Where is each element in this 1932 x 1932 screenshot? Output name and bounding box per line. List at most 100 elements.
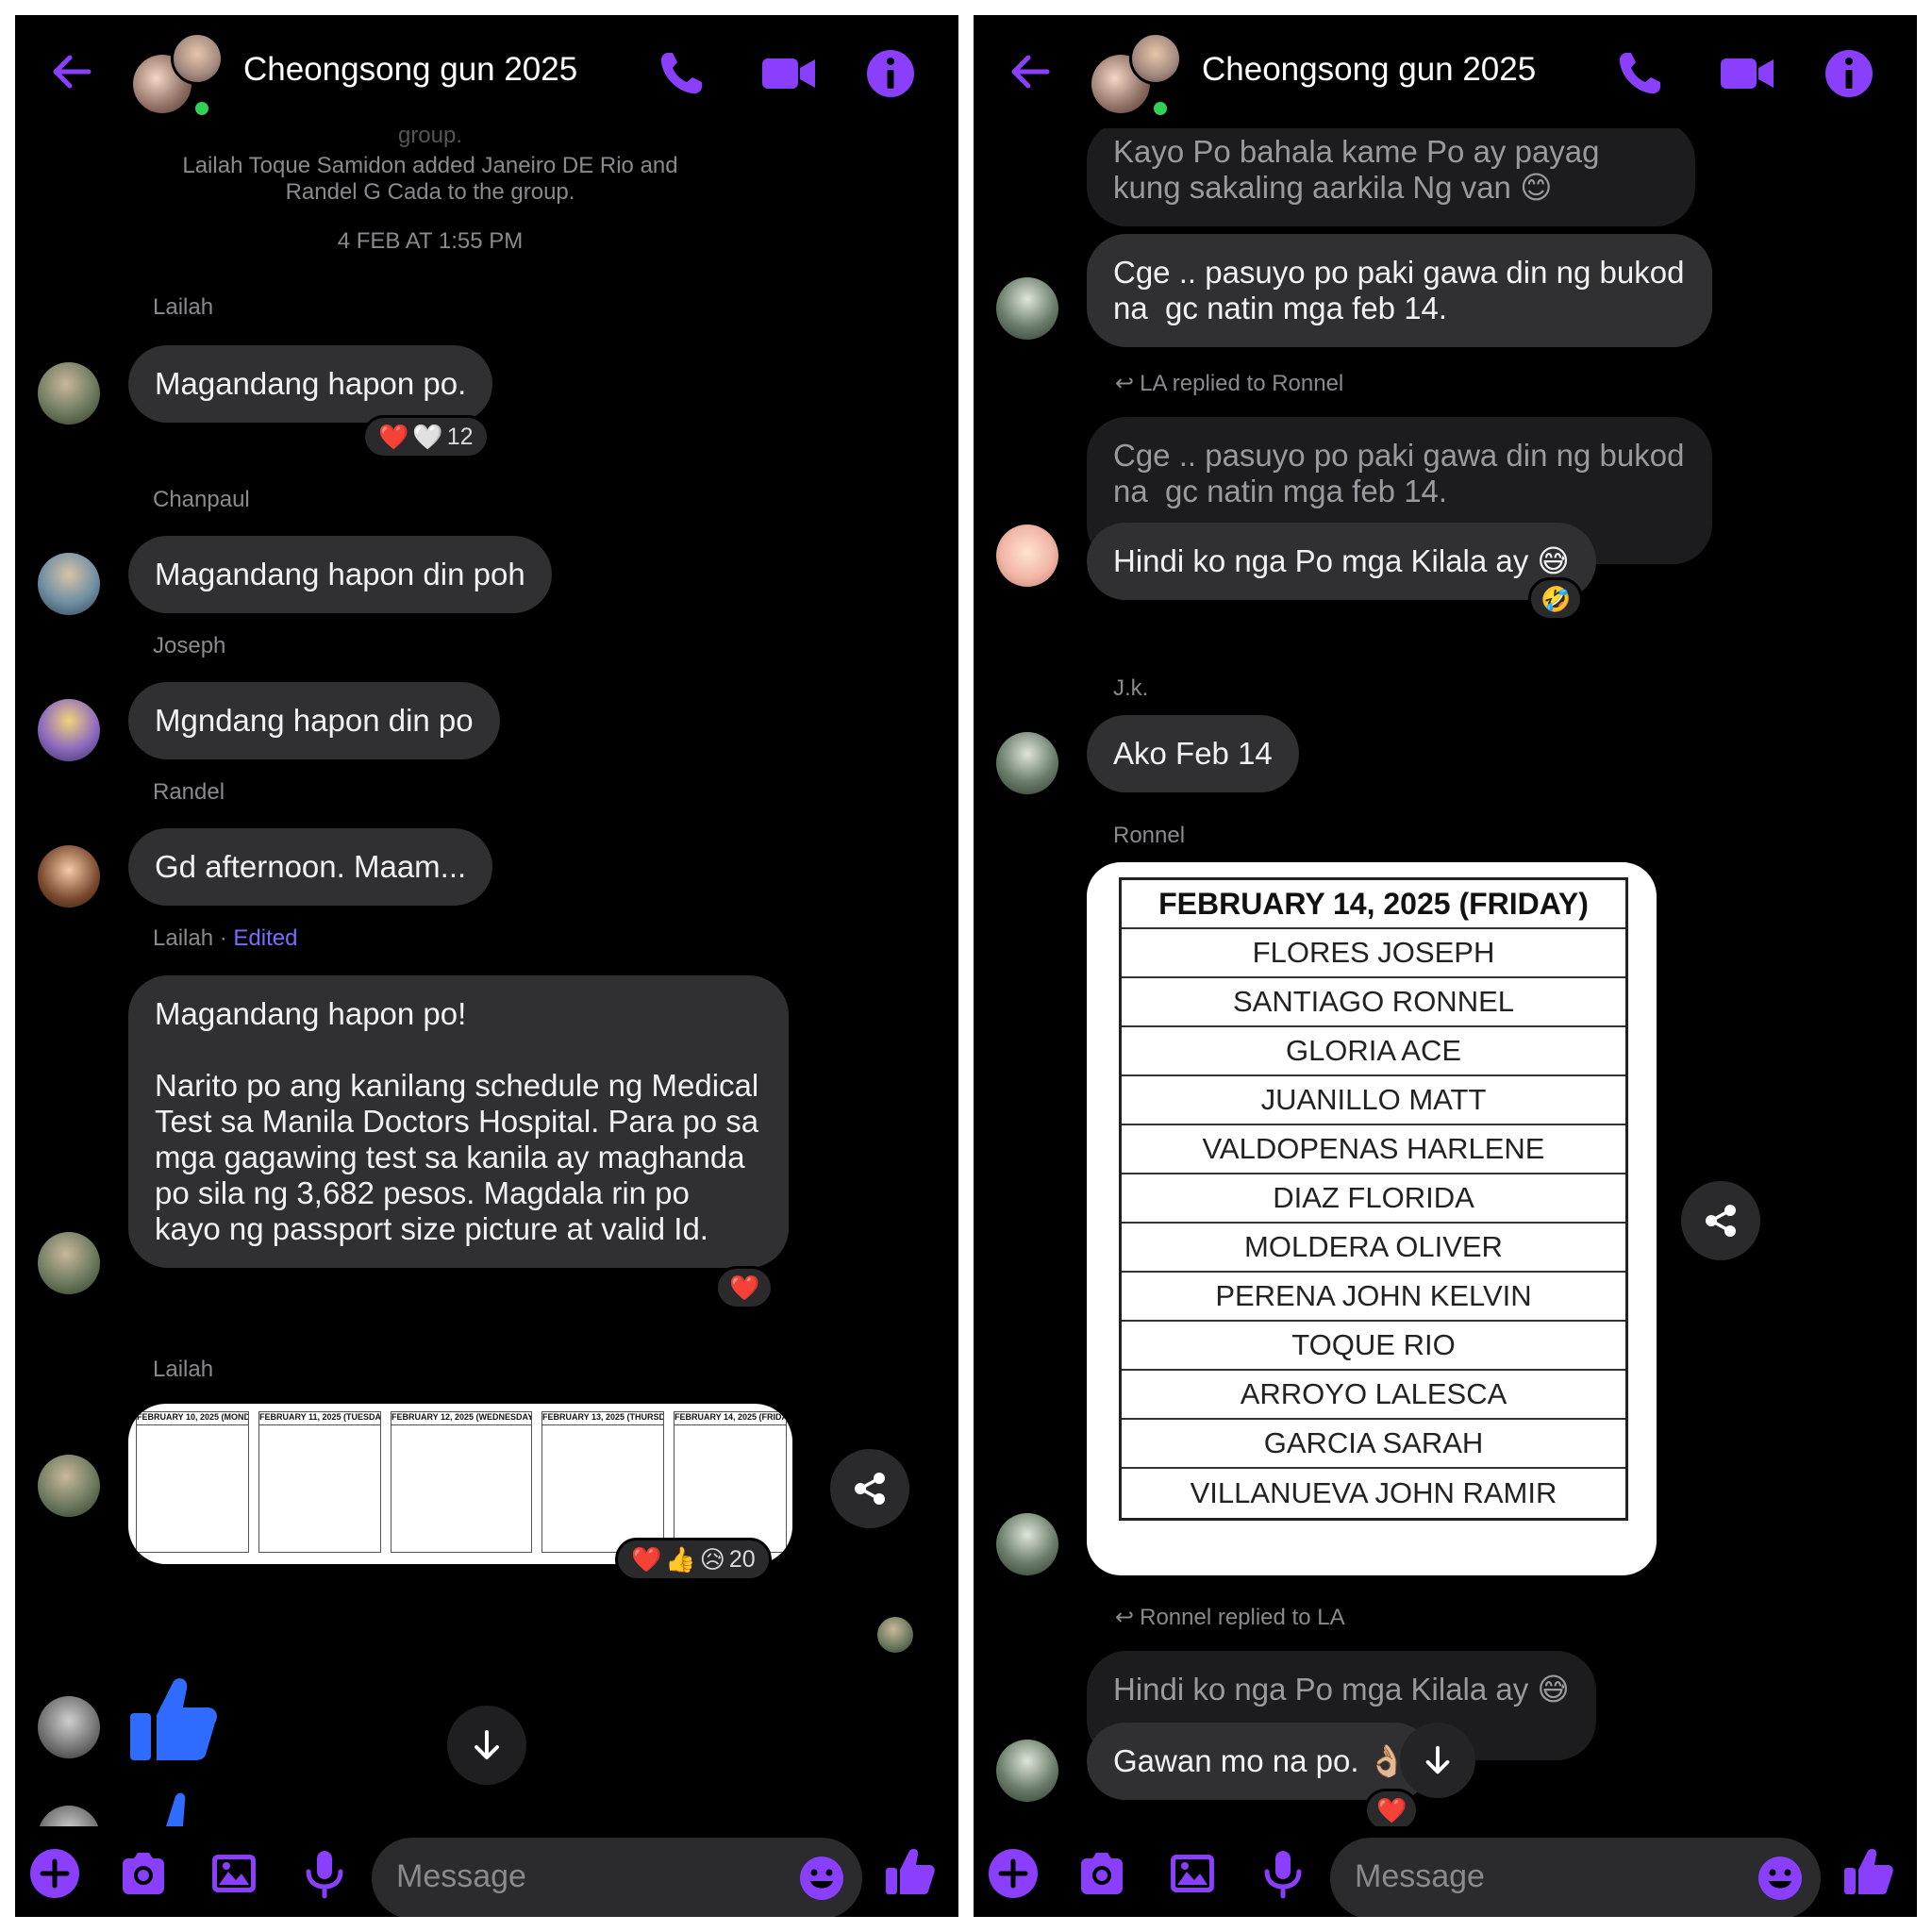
group-avatar[interactable]: [1091, 26, 1195, 121]
chat-title[interactable]: Cheongsong gun 2025: [243, 51, 577, 89]
schedule-row: FLORES JOSEPH: [1122, 929, 1625, 978]
reaction-bar[interactable]: ❤️: [715, 1266, 774, 1309]
share-icon: [855, 1473, 885, 1505]
add-icon[interactable]: [28, 1847, 81, 1900]
microphone-icon[interactable]: [1257, 1847, 1309, 1900]
reply-arrow-icon: ↩: [1115, 371, 1135, 396]
heart-reaction-icon: ❤️: [1376, 1795, 1407, 1824]
avatar[interactable]: [996, 525, 1058, 587]
camera-icon[interactable]: [1075, 1847, 1128, 1900]
message-bubble[interactable]: Magandang hapon po! Narito po ang kanila…: [128, 975, 789, 1268]
phone-call-icon[interactable]: [655, 47, 708, 100]
arrow-down-icon: [1425, 1745, 1450, 1774]
heart-reaction-icon: ❤️: [631, 1544, 662, 1574]
system-message-partial: group.: [397, 128, 463, 148]
schedule-image[interactable]: FEBRUARY 14, 2025 (FRIDAY) FLORES JOSEPH…: [1087, 862, 1657, 1575]
gallery-icon[interactable]: [208, 1847, 260, 1900]
info-icon[interactable]: [1823, 47, 1875, 100]
back-arrow-icon[interactable]: [1002, 43, 1058, 100]
gallery-icon[interactable]: [1166, 1847, 1219, 1900]
message-bubble[interactable]: Magandang hapon din poh: [128, 536, 552, 613]
scroll-down-button[interactable]: [1400, 1723, 1475, 1798]
emoji-icon[interactable]: [798, 1855, 845, 1902]
sender-name: Joseph: [153, 633, 226, 658]
reaction-count: 20: [728, 1545, 756, 1573]
avatar[interactable]: [996, 732, 1058, 794]
schedule-row: DIAZ FLORIDA: [1122, 1174, 1625, 1224]
message-list[interactable]: group. Lailah Toque Samidon added Janeir…: [15, 128, 958, 1826]
chat-header: Cheongsong gun 2025: [15, 15, 958, 128]
edited-label: Edited: [233, 925, 298, 951]
thumbs-up-reaction-icon: 👍: [665, 1544, 696, 1574]
schedule-row: GARCIA SARAH: [1122, 1420, 1625, 1469]
back-arrow-icon[interactable]: [43, 43, 100, 100]
phone-call-icon[interactable]: [1613, 47, 1666, 100]
heart-reaction-icon: ❤️: [378, 422, 409, 451]
share-button[interactable]: [1681, 1181, 1760, 1260]
info-icon[interactable]: [864, 47, 917, 100]
avatar[interactable]: [996, 1740, 1058, 1802]
message-bubble[interactable]: Gd afternoon. Maam...: [128, 828, 493, 906]
reply-label: ↩ Ronnel replied to LA: [1115, 1605, 1345, 1630]
avatar[interactable]: [996, 1513, 1058, 1575]
sender-name: Chanpaul: [153, 487, 250, 512]
schedule-header: FEBRUARY 14, 2025 (FRIDAY): [1122, 880, 1625, 929]
chat-title[interactable]: Cheongsong gun 2025: [1202, 51, 1536, 89]
system-message-added: Lailah Toque Samidon added Janeiro DE Ri…: [182, 153, 678, 205]
group-avatar[interactable]: [133, 26, 237, 121]
schedule-row: TOQUE RIO: [1122, 1322, 1625, 1371]
avatar: [38, 1806, 100, 1826]
quoted-message[interactable]: Kayo Po bahala kame Po ay payag kung sak…: [1087, 128, 1695, 226]
sender-name: J.k.: [1113, 675, 1149, 701]
like-icon[interactable]: [883, 1845, 936, 1898]
sender-name: Lailah · Edited: [153, 925, 298, 951]
reaction-bar[interactable]: 🤣: [1528, 577, 1584, 621]
schedule-row: JUANILLO MATT: [1122, 1076, 1625, 1125]
message-bubble[interactable]: Hindi ko nga Po mga Kilala ay 😅: [1087, 523, 1596, 600]
message-input[interactable]: Message: [372, 1838, 862, 1917]
message-bubble[interactable]: Magandang hapon po.: [128, 345, 493, 423]
avatar[interactable]: [38, 699, 100, 761]
reaction-bar[interactable]: ❤️: [1364, 1789, 1420, 1826]
scroll-down-button[interactable]: [447, 1706, 526, 1785]
like-icon[interactable]: [1841, 1845, 1894, 1898]
white-heart-reaction-icon: 🤍: [412, 422, 443, 451]
reaction-bar[interactable]: ❤️ 👍 😥 20: [615, 1538, 772, 1581]
avatar[interactable]: [38, 845, 100, 908]
chat-header: Cheongsong gun 2025: [974, 15, 1917, 128]
avatar[interactable]: [38, 1696, 100, 1758]
crying-face-reaction-icon: 😥: [699, 1544, 725, 1574]
message-list[interactable]: Kayo Po bahala kame Po ay payag kung sak…: [974, 128, 1917, 1826]
add-icon[interactable]: [987, 1847, 1040, 1900]
schedule-column: FEBRUARY 13, 2025 (THURSDAY): [541, 1411, 664, 1553]
message-bubble[interactable]: Ako Feb 14: [1087, 715, 1299, 792]
schedule-table: FEBRUARY 14, 2025 (FRIDAY) FLORES JOSEPH…: [1119, 877, 1628, 1521]
camera-icon[interactable]: [117, 1847, 170, 1900]
online-indicator: [192, 98, 212, 119]
heart-reaction-icon: ❤️: [729, 1273, 760, 1302]
read-receipt-avatar: [877, 1617, 913, 1653]
microphone-icon[interactable]: [298, 1847, 351, 1900]
reaction-count: 12: [446, 423, 474, 450]
schedule-row: VILLANUEVA JOHN RAMIR: [1190, 1476, 1557, 1509]
avatar[interactable]: [38, 1232, 100, 1294]
thumbs-up-sticker-icon: [166, 1792, 186, 1826]
message-input[interactable]: Message: [1330, 1838, 1821, 1917]
avatar[interactable]: [38, 362, 100, 425]
video-call-icon[interactable]: [760, 47, 817, 100]
emoji-icon[interactable]: [1757, 1855, 1804, 1902]
avatar[interactable]: [996, 277, 1058, 340]
schedule-row: SANTIAGO RONNEL: [1122, 978, 1625, 1027]
schedule-column: FEBRUARY 14, 2025 (FRIDAY): [674, 1411, 787, 1553]
sender-name: Randel: [153, 779, 225, 805]
avatar[interactable]: [38, 1455, 100, 1517]
avatar[interactable]: [38, 553, 100, 615]
reply-arrow-icon: ↩: [1115, 1605, 1135, 1630]
composer-bar: Message: [15, 1826, 958, 1917]
sender-name: Ronnel: [1113, 823, 1186, 848]
reaction-bar[interactable]: ❤️ 🤍 12: [362, 415, 490, 458]
share-button[interactable]: [830, 1449, 909, 1528]
message-bubble[interactable]: Cge .. pasuyo po paki gawa din ng bukod …: [1087, 234, 1712, 347]
message-bubble[interactable]: Mgndang hapon din po: [128, 682, 500, 759]
video-call-icon[interactable]: [1719, 47, 1775, 100]
